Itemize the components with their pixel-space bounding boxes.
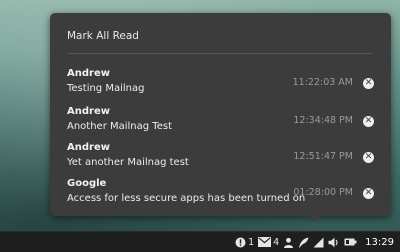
notification-item[interactable]: Andrew Testing Mailnag 11:22:03 AM ✕	[50, 68, 391, 101]
divider	[67, 53, 373, 54]
mail-count: 4	[273, 236, 280, 248]
mark-all-read-button[interactable]: Mark All Read	[67, 30, 139, 42]
volume-indicator[interactable]	[326, 232, 342, 252]
feather-icon	[299, 237, 309, 247]
notification-item[interactable]: Andrew Another Mailnag Test 12:34:48 PM …	[50, 106, 391, 139]
notification-sender: Google	[67, 178, 107, 189]
alert-count: 1	[248, 236, 255, 248]
user-icon	[284, 237, 294, 248]
battery-indicator[interactable]	[342, 232, 359, 252]
dismiss-icon[interactable]: ✕	[363, 152, 374, 163]
taskbar: 1 4 13:29	[0, 231, 400, 252]
mail-indicator[interactable]: 4	[256, 232, 281, 252]
mail-icon	[258, 237, 272, 247]
mailnag-popup: Mark All Read Andrew Testing Mailnag 11:…	[50, 13, 391, 222]
alert-icon	[235, 237, 246, 247]
popup-pointer	[310, 216, 320, 222]
system-tray: 1 4 13:29	[233, 232, 400, 252]
notification-message: Yet another Mailnag test	[67, 157, 189, 168]
notification-sender: Andrew	[67, 68, 110, 79]
notification-message: Access for less secure apps has been tur…	[67, 193, 306, 204]
notification-item[interactable]: Google Access for less secure apps has b…	[50, 178, 391, 211]
notification-sender: Andrew	[67, 142, 110, 153]
volume-icon	[328, 237, 338, 247]
notification-message: Another Mailnag Test	[67, 121, 172, 132]
notification-time: 12:34:48 PM	[293, 115, 353, 126]
user-indicator[interactable]	[281, 232, 296, 252]
notification-message: Testing Mailnag	[67, 83, 145, 94]
notification-time: 01:28:00 PM	[293, 187, 353, 198]
battery-icon	[344, 238, 357, 246]
feather-indicator[interactable]	[296, 232, 311, 252]
network-indicator[interactable]	[311, 232, 326, 252]
notification-item[interactable]: Andrew Yet another Mailnag test 12:51:47…	[50, 142, 391, 175]
notification-time: 12:51:47 PM	[293, 151, 353, 162]
network-icon	[313, 237, 324, 247]
dismiss-icon[interactable]: ✕	[363, 188, 374, 199]
notification-time: 11:22:03 AM	[292, 77, 353, 88]
dismiss-icon[interactable]: ✕	[363, 116, 374, 127]
alert-indicator[interactable]: 1	[233, 232, 256, 252]
clock[interactable]: 13:29	[359, 237, 400, 248]
dismiss-icon[interactable]: ✕	[363, 78, 374, 89]
notification-sender: Andrew	[67, 106, 110, 117]
